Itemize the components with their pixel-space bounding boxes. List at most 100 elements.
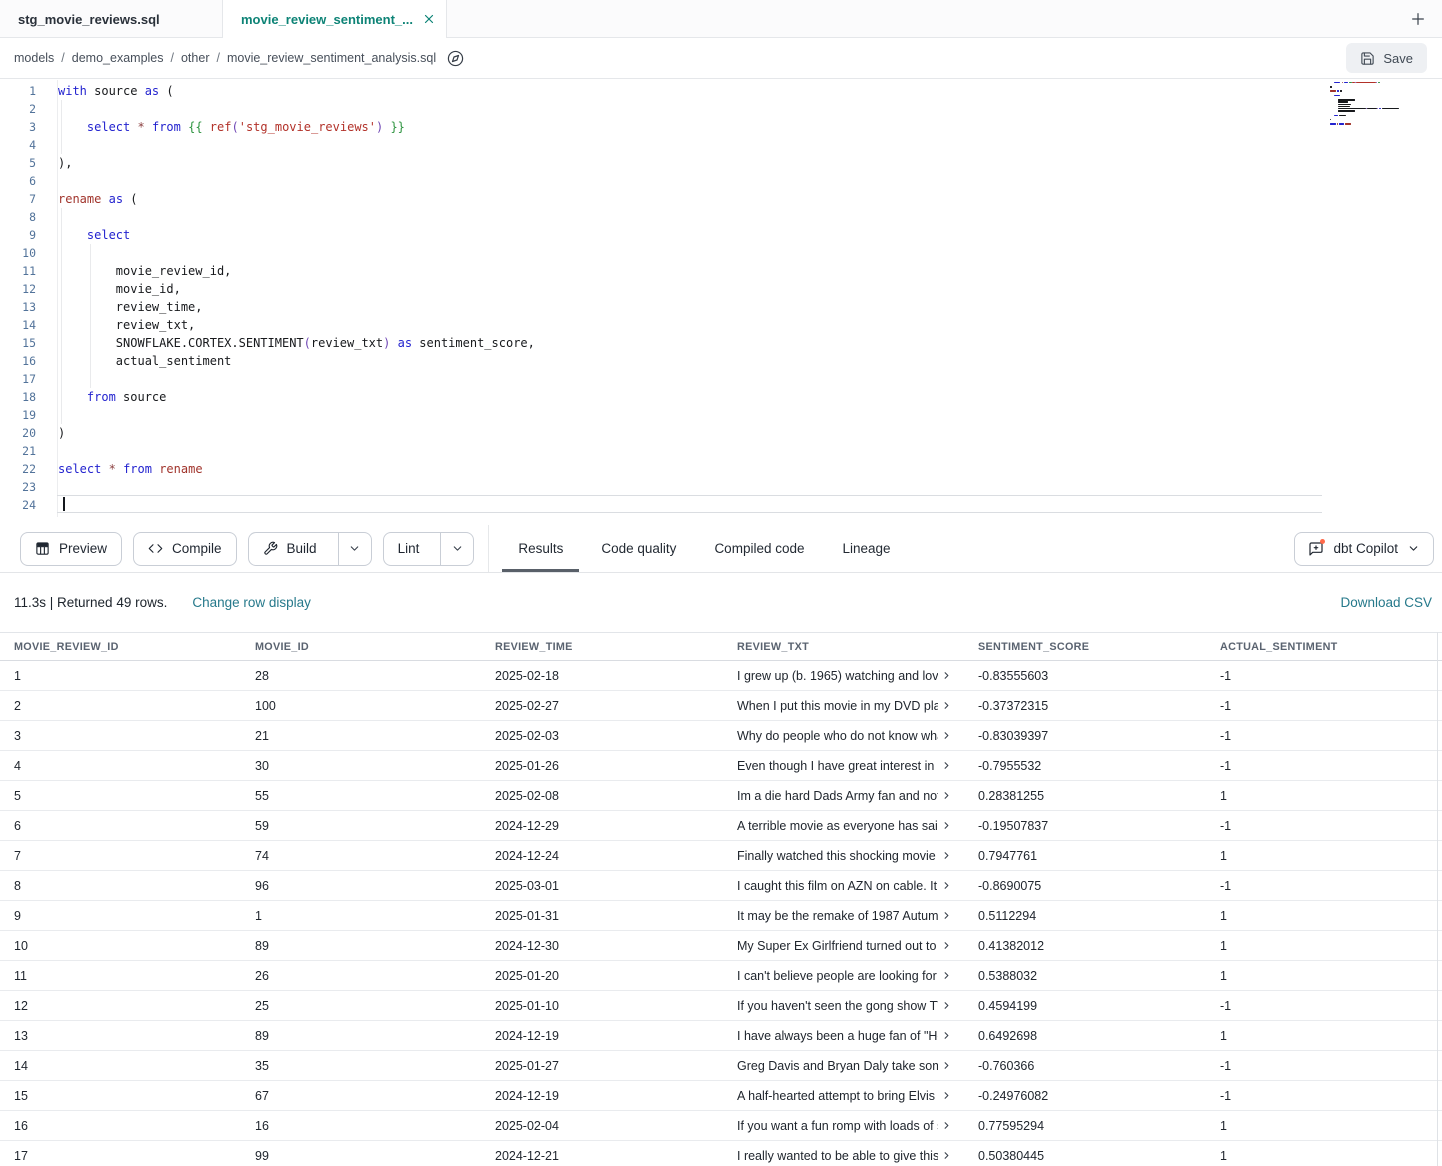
- cell-sentiment_score: 0.41382012: [964, 939, 1206, 953]
- cell-actual_sentiment: 1: [1206, 789, 1437, 803]
- cell-movie_review_id: 16: [0, 1119, 241, 1133]
- cell-review_txt: I grew up (b. 1965) watching and lovin..…: [723, 669, 964, 683]
- editor-minimap[interactable]: [1330, 80, 1404, 135]
- table-row: 21002025-02-27When I put this movie in m…: [0, 691, 1442, 721]
- expand-cell-chevron-icon[interactable]: [941, 700, 952, 711]
- cell-review_txt: Finally watched this shocking movie la..…: [723, 849, 964, 863]
- code-line: review_txt,: [58, 316, 1442, 334]
- change-row-display-link[interactable]: Change row display: [192, 595, 311, 610]
- lint-dropdown-chevron[interactable]: [440, 533, 473, 565]
- cell-movie_id: 21: [241, 729, 481, 743]
- line-number: 24: [0, 496, 57, 514]
- preview-label: Preview: [59, 541, 107, 556]
- expand-cell-chevron-icon[interactable]: [941, 1000, 952, 1011]
- cell-sentiment_score: -0.24976082: [964, 1089, 1206, 1103]
- code-line: from source: [58, 388, 1442, 406]
- table-row: 13892024-12-19I have always been a huge …: [0, 1021, 1442, 1051]
- cell-review_txt: Im a die hard Dads Army fan and nothi...: [723, 789, 964, 803]
- cell-movie_review_id: 11: [0, 969, 241, 983]
- line-number: 2: [0, 100, 57, 118]
- results-tab-results[interactable]: Results: [502, 525, 579, 572]
- file-tab-movie-review-sentiment[interactable]: movie_review_sentiment_...: [222, 0, 447, 38]
- expand-cell-chevron-icon[interactable]: [941, 1090, 952, 1101]
- code-line: ): [58, 424, 1442, 442]
- line-number: 6: [0, 172, 57, 190]
- expand-cell-chevron-icon[interactable]: [941, 670, 952, 681]
- cell-sentiment_score: -0.37372315: [964, 699, 1206, 713]
- lint-button[interactable]: Lint: [384, 533, 432, 565]
- cell-sentiment_score: -0.8690075: [964, 879, 1206, 893]
- expand-cell-chevron-icon[interactable]: [941, 1060, 952, 1071]
- code-line: [58, 172, 1442, 190]
- expand-cell-chevron-icon[interactable]: [941, 850, 952, 861]
- expand-cell-chevron-icon[interactable]: [941, 1150, 952, 1161]
- cell-review_txt: When I put this movie in my DVD playe...: [723, 699, 964, 713]
- line-number: 9: [0, 226, 57, 244]
- results-tab-code-quality[interactable]: Code quality: [585, 525, 692, 572]
- expand-cell-chevron-icon[interactable]: [941, 760, 952, 771]
- breadcrumb-row: models/demo_examples/other/movie_review_…: [0, 38, 1442, 79]
- results-table: MOVIE_REVIEW_IDMOVIE_IDREVIEW_TIMEREVIEW…: [0, 632, 1442, 1166]
- expand-cell-chevron-icon[interactable]: [941, 1030, 952, 1041]
- expand-cell-chevron-icon[interactable]: [941, 730, 952, 741]
- review-text: I caught this film on AZN on cable. It s…: [737, 879, 938, 893]
- results-tab-lineage[interactable]: Lineage: [827, 525, 907, 572]
- cell-sentiment_score: -0.83555603: [964, 669, 1206, 683]
- code-line: movie_id,: [58, 280, 1442, 298]
- review-text: It may be the remake of 1987 Autumn'...: [737, 909, 938, 923]
- expand-cell-chevron-icon[interactable]: [941, 1120, 952, 1131]
- cell-actual_sentiment: 1: [1206, 909, 1437, 923]
- cell-movie_review_id: 15: [0, 1089, 241, 1103]
- wrench-icon: [263, 541, 278, 556]
- build-dropdown-chevron[interactable]: [338, 533, 371, 565]
- compass-icon[interactable]: [447, 50, 464, 67]
- review-text: I have always been a huge fan of "Hom...: [737, 1029, 938, 1043]
- cell-sentiment_score: -0.7955532: [964, 759, 1206, 773]
- cell-movie_review_id: 4: [0, 759, 241, 773]
- review-text: Even though I have great interest in Bi.…: [737, 759, 938, 773]
- expand-cell-chevron-icon[interactable]: [941, 790, 952, 801]
- line-number: 13: [0, 298, 57, 316]
- review-text: When I put this movie in my DVD playe...: [737, 699, 938, 713]
- expand-cell-chevron-icon[interactable]: [941, 940, 952, 951]
- toolbar-divider: [488, 525, 489, 572]
- preview-button[interactable]: Preview: [20, 532, 122, 566]
- expand-cell-chevron-icon[interactable]: [941, 820, 952, 831]
- breadcrumb-separator: /: [171, 51, 174, 65]
- cell-actual_sentiment: 1: [1206, 849, 1437, 863]
- cell-movie_review_id: 2: [0, 699, 241, 713]
- line-number: 3: [0, 118, 57, 136]
- close-tab-icon[interactable]: [423, 13, 435, 25]
- cell-movie_review_id: 6: [0, 819, 241, 833]
- expand-cell-chevron-icon[interactable]: [941, 880, 952, 891]
- code-line: select * from {{ ref('stg_movie_reviews'…: [58, 118, 1442, 136]
- cell-movie_review_id: 3: [0, 729, 241, 743]
- compile-button[interactable]: Compile: [133, 532, 237, 566]
- cell-movie_id: 96: [241, 879, 481, 893]
- dbt-ide-window: stg_movie_reviews.sql movie_review_senti…: [0, 0, 1442, 1166]
- compile-label: Compile: [172, 541, 222, 556]
- cell-review_txt: I have always been a huge fan of "Hom...: [723, 1029, 964, 1043]
- expand-cell-chevron-icon[interactable]: [941, 970, 952, 981]
- code-line: rename as (: [58, 190, 1442, 208]
- dbt-copilot-button[interactable]: dbt Copilot: [1294, 532, 1434, 566]
- review-text: I can't believe people are looking for a…: [737, 969, 938, 983]
- file-tab-stg-movie-reviews[interactable]: stg_movie_reviews.sql: [0, 0, 222, 38]
- code-line: [58, 244, 1442, 262]
- code-icon: [148, 541, 163, 556]
- cell-review_txt: Why do people who do not know what...: [723, 729, 964, 743]
- cell-movie_id: 25: [241, 999, 481, 1013]
- save-button[interactable]: Save: [1346, 43, 1427, 73]
- results-tab-compiled-code[interactable]: Compiled code: [698, 525, 820, 572]
- cell-movie_id: 59: [241, 819, 481, 833]
- review-text: Finally watched this shocking movie la..…: [737, 849, 938, 863]
- code-line: [58, 442, 1442, 460]
- line-number: 14: [0, 316, 57, 334]
- new-tab-button[interactable]: [1406, 7, 1430, 31]
- cell-movie_review_id: 5: [0, 789, 241, 803]
- download-csv-link[interactable]: Download CSV: [1340, 595, 1432, 610]
- expand-cell-chevron-icon[interactable]: [941, 910, 952, 921]
- cell-sentiment_score: 0.4594199: [964, 999, 1206, 1013]
- code-editor[interactable]: 123456789101112131415161718192021222324 …: [0, 80, 1442, 525]
- build-button[interactable]: Build: [249, 533, 329, 565]
